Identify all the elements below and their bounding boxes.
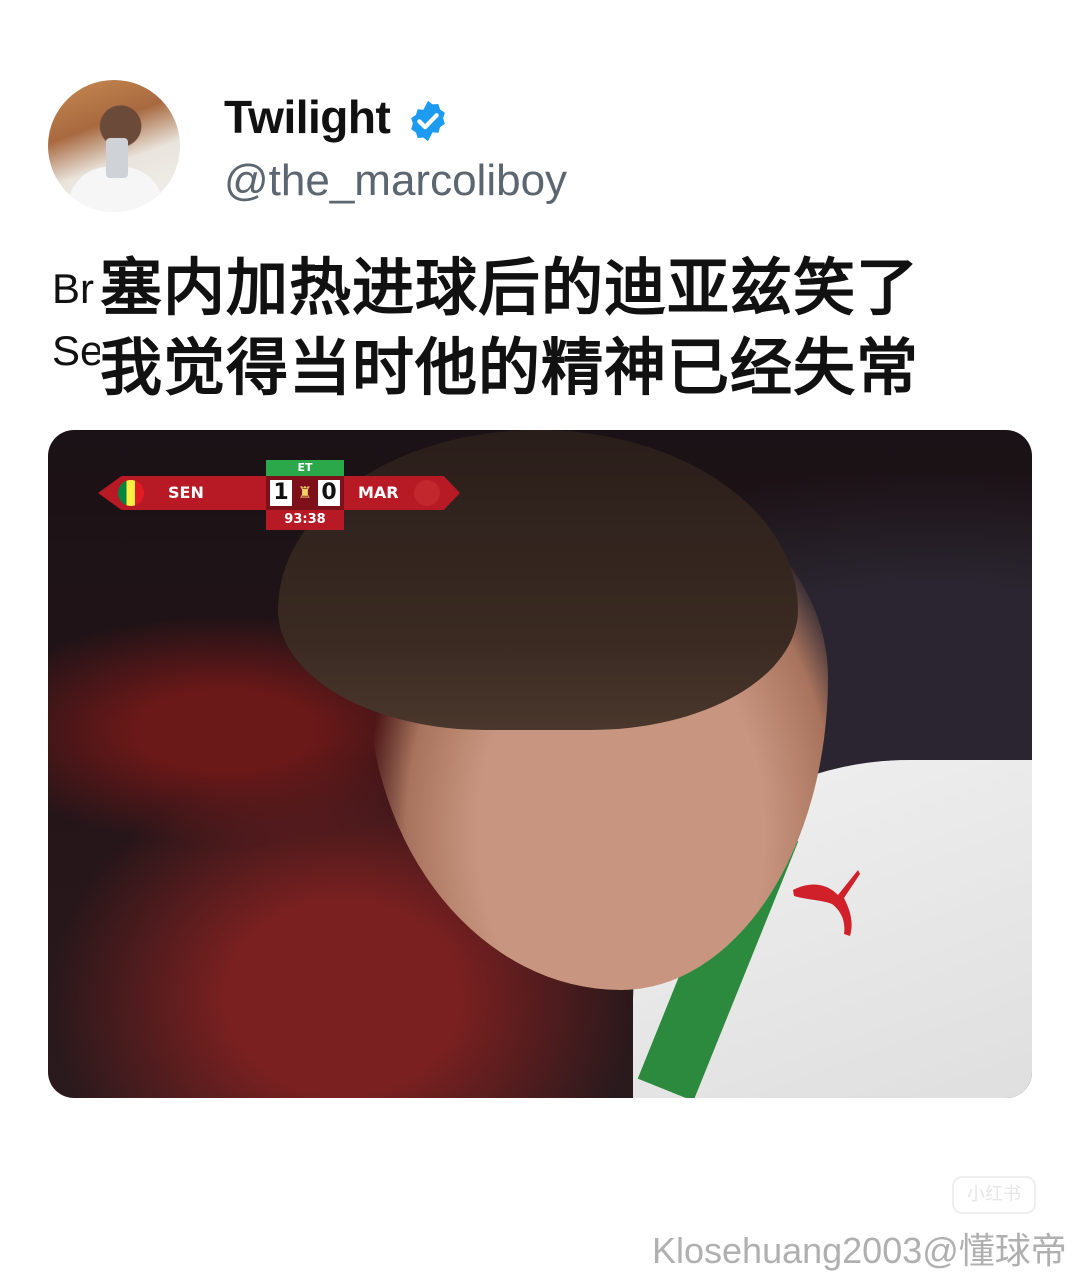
display-name[interactable]: Twilight — [224, 90, 391, 144]
tweet-text-line-2: Se — [52, 327, 104, 374]
user-handle[interactable]: @the_marcoliboy — [224, 156, 567, 206]
away-score: 0 — [318, 480, 340, 506]
xiaohongshu-logo: 小红书 — [952, 1176, 1036, 1214]
watermark-credit: Klosehuang2003@懂球帝 — [652, 1230, 1067, 1271]
caption-line-2: 我觉得当时他的精神已经失常 — [100, 328, 924, 408]
scoreboard-main: SEN 1 ♜ 0 MAR — [98, 476, 460, 510]
puma-logo-icon — [793, 870, 860, 936]
caption-line-1: 塞内加热进球后的迪亚兹笑了 — [100, 248, 924, 328]
morocco-flag-icon — [414, 480, 440, 506]
trophy-icon: ♜ — [297, 483, 313, 502]
home-score: 1 — [270, 480, 292, 506]
home-team: SEN — [168, 483, 204, 502]
tweet-text: Br Se — [52, 258, 103, 382]
verified-badge-icon — [411, 100, 445, 142]
tweet-text-line-1: Br — [52, 265, 94, 312]
tweet-header: Twilight @the_marcoliboy — [48, 80, 748, 212]
away-team: MAR — [358, 483, 399, 502]
scoreboard-period: ET — [266, 460, 344, 476]
scoreboard: ET SEN 1 ♜ 0 MAR 93:38 — [98, 460, 460, 530]
tweet-photo[interactable]: ET SEN 1 ♜ 0 MAR 93:38 — [48, 430, 1032, 1098]
avatar[interactable] — [48, 80, 180, 212]
match-clock: 93:38 — [266, 510, 344, 530]
avatar-phone — [106, 138, 128, 178]
senegal-flag-icon — [118, 480, 144, 506]
overlay-caption: 塞内加热进球后的迪亚兹笑了 我觉得当时他的精神已经失常 — [100, 248, 1040, 408]
